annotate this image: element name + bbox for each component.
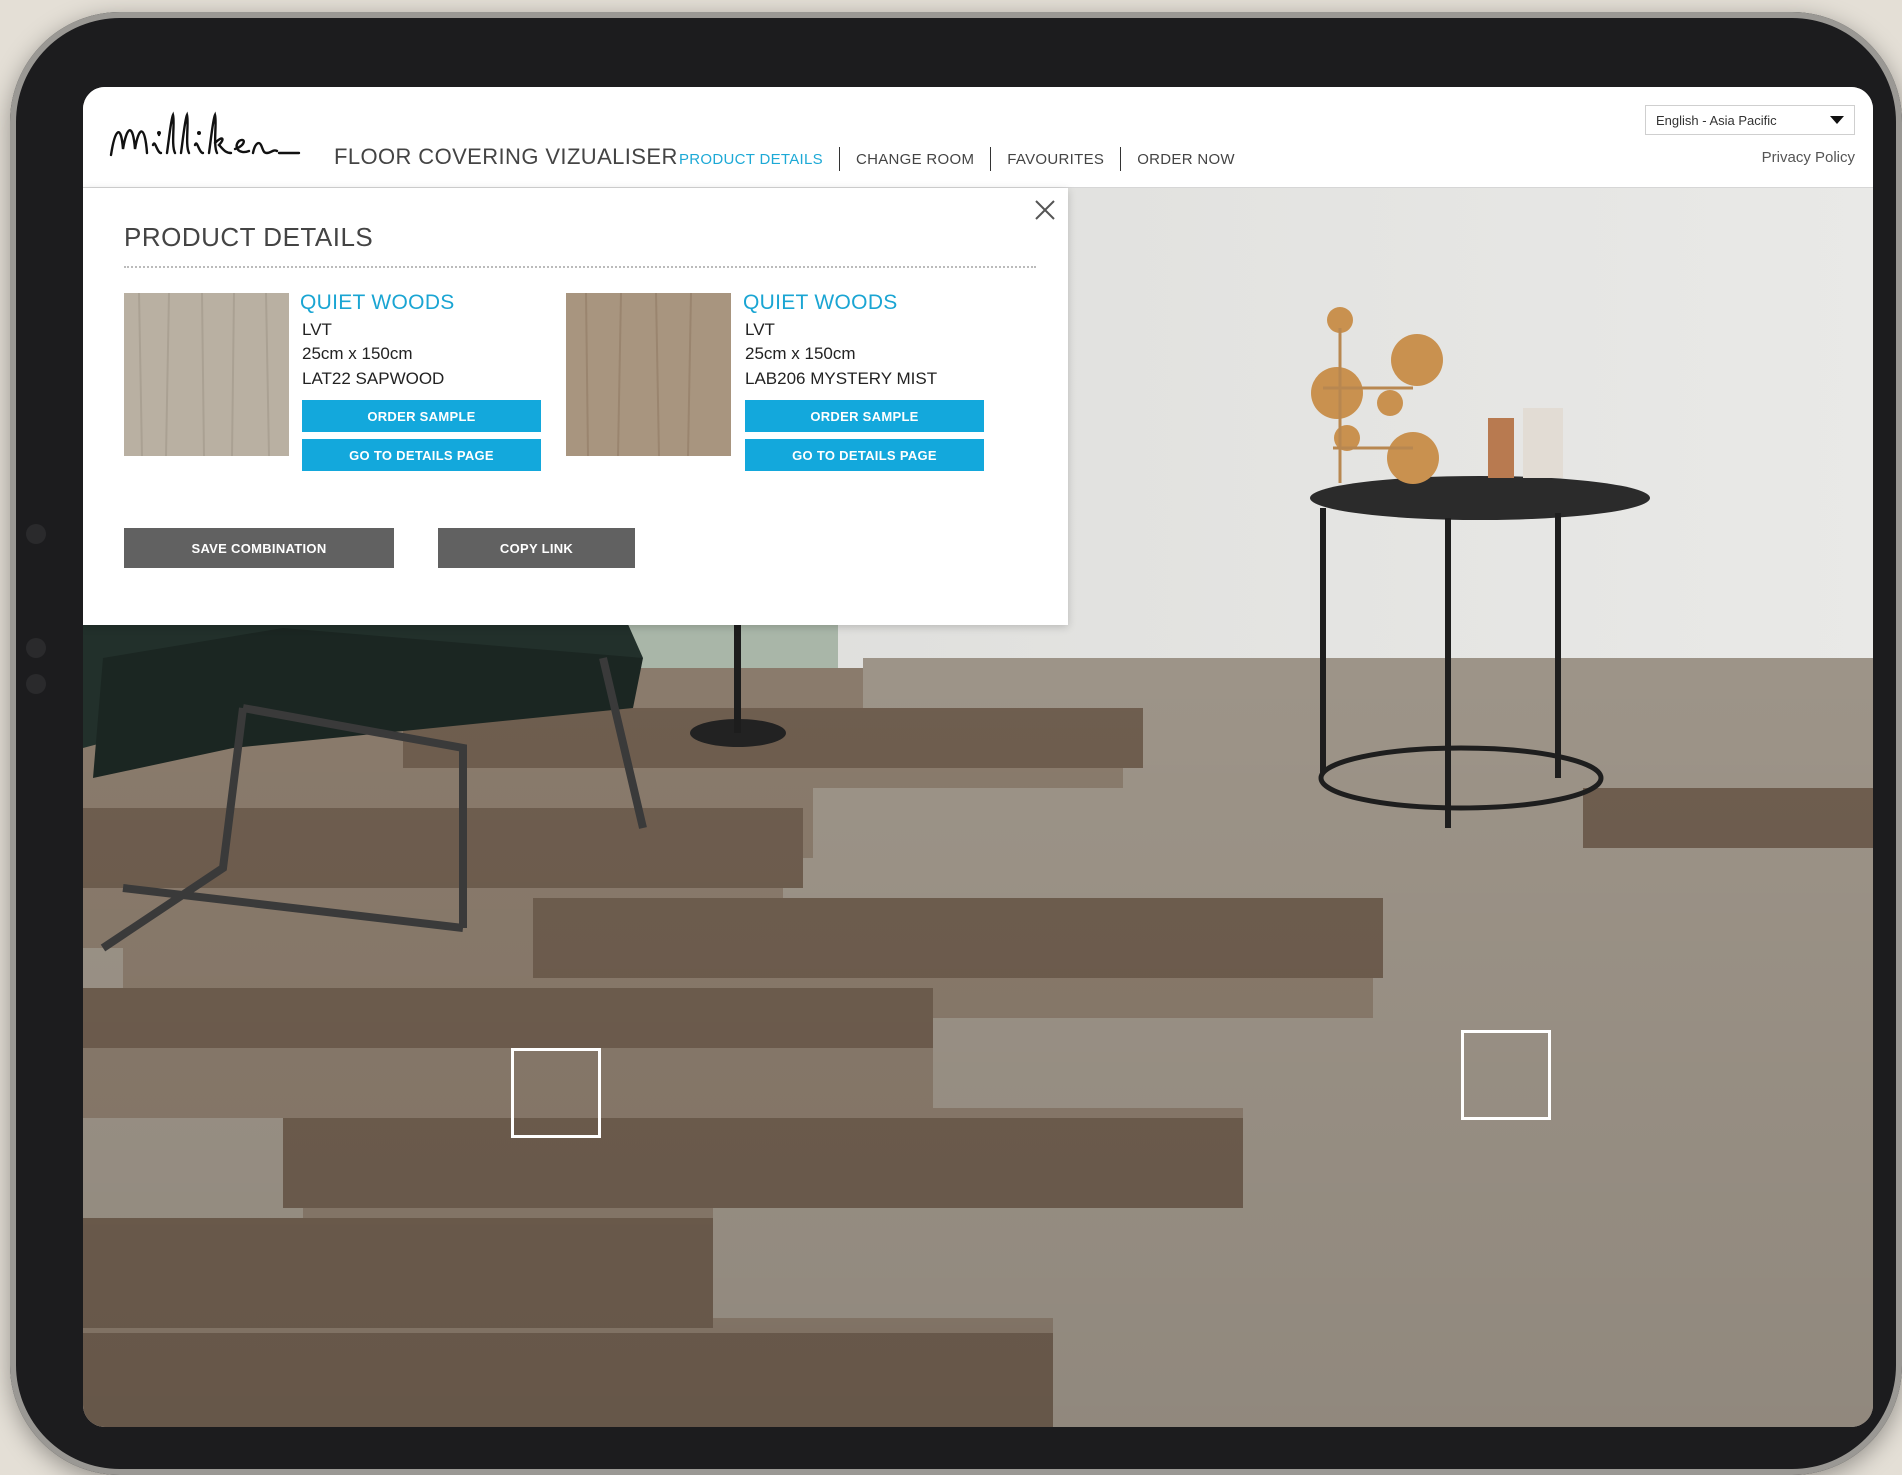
milliken-logo bbox=[109, 111, 301, 157]
tablet-frame: FLOOR COVERING VIZUALISER PRODUCT DETAIL… bbox=[10, 12, 1902, 1475]
product-details-panel: PRODUCT DETAILS QUIET WOODS LVT 25cm x 1… bbox=[83, 188, 1068, 625]
panel-divider bbox=[124, 266, 1036, 268]
product-swatch-sapwood bbox=[124, 293, 289, 456]
product-type: LVT bbox=[745, 320, 775, 339]
save-combination-button[interactable]: SAVE COMBINATION bbox=[124, 528, 394, 568]
app-title: FLOOR COVERING VIZUALISER bbox=[334, 144, 678, 169]
nav-change-room[interactable]: CHANGE ROOM bbox=[840, 151, 990, 168]
side-sensor-2 bbox=[26, 674, 46, 694]
nav-product-details[interactable]: PRODUCT DETAILS bbox=[663, 151, 839, 168]
panel-title: PRODUCT DETAILS bbox=[124, 222, 374, 252]
side-sensor bbox=[26, 638, 46, 658]
product-type: LVT bbox=[302, 320, 332, 339]
language-select[interactable]: English - Asia Pacific bbox=[1645, 105, 1855, 135]
product-size: 25cm x 150cm bbox=[302, 344, 413, 363]
details-page-button[interactable]: GO TO DETAILS PAGE bbox=[745, 439, 984, 471]
product-size: 25cm x 150cm bbox=[745, 344, 856, 363]
caret-down-icon bbox=[1830, 116, 1844, 124]
side-camera bbox=[26, 524, 46, 544]
app-screen: FLOOR COVERING VIZUALISER PRODUCT DETAIL… bbox=[83, 87, 1873, 1427]
order-sample-button[interactable]: ORDER SAMPLE bbox=[302, 400, 541, 432]
details-page-button[interactable]: GO TO DETAILS PAGE bbox=[302, 439, 541, 471]
nav-favourites[interactable]: FAVOURITES bbox=[991, 151, 1120, 168]
main-nav: PRODUCT DETAILS CHANGE ROOM FAVOURITES O… bbox=[663, 147, 1251, 171]
nav-order-now[interactable]: ORDER NOW bbox=[1121, 151, 1251, 168]
close-icon[interactable] bbox=[1033, 198, 1057, 222]
floor-hotspot-right[interactable] bbox=[1461, 1030, 1551, 1120]
copy-link-button[interactable]: COPY LINK bbox=[438, 528, 635, 568]
language-value: English - Asia Pacific bbox=[1656, 112, 1777, 128]
floor-hotspot-left[interactable] bbox=[511, 1048, 601, 1138]
product-code: LAT22 SAPWOOD bbox=[302, 369, 445, 388]
product-name: QUIET WOODS bbox=[743, 291, 898, 314]
order-sample-button[interactable]: ORDER SAMPLE bbox=[745, 400, 984, 432]
product-name: QUIET WOODS bbox=[300, 291, 455, 314]
top-navigation-bar: FLOOR COVERING VIZUALISER PRODUCT DETAIL… bbox=[83, 87, 1873, 188]
privacy-policy-link[interactable]: Privacy Policy bbox=[1762, 149, 1855, 166]
product-swatch-mystery-mist bbox=[566, 293, 731, 456]
product-code: LAB206 MYSTERY MIST bbox=[745, 369, 938, 388]
